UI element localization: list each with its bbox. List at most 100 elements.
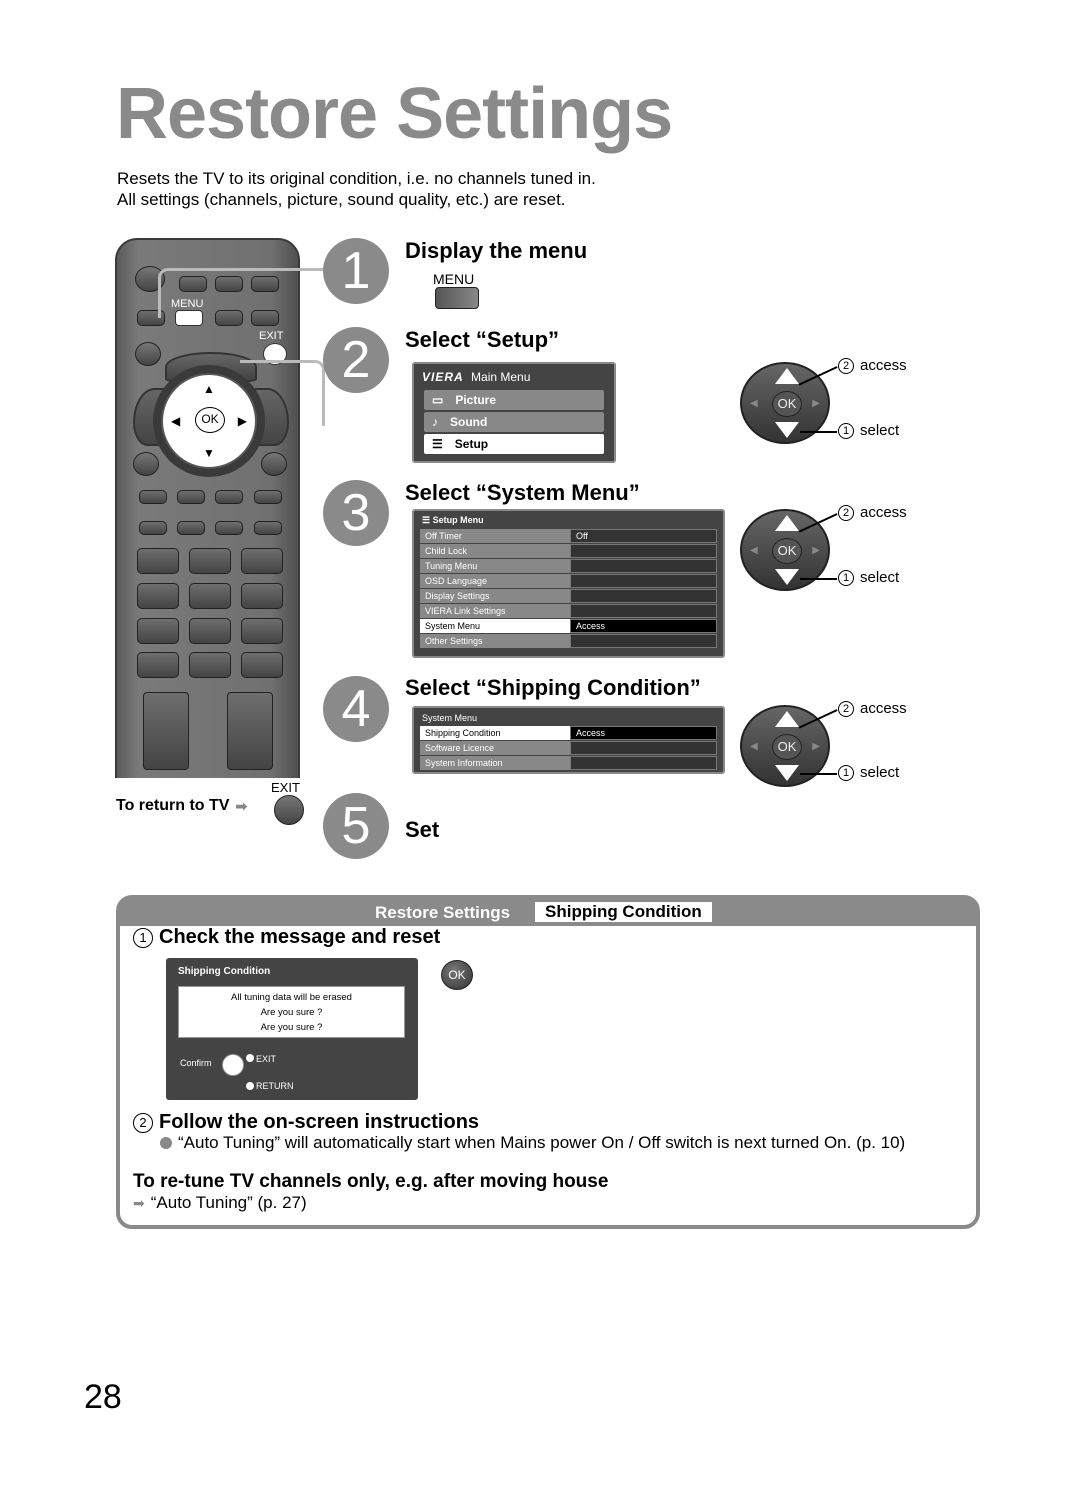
select-text: select (860, 422, 900, 439)
main-menu-item-label: Setup (454, 437, 489, 451)
setup-icon: ☰ (432, 437, 443, 451)
access-label: 2 access (838, 700, 907, 717)
main-menu-title: VIERA Main Menu (414, 364, 614, 388)
right-arrow-icon: ▶ (812, 398, 820, 409)
menu-key-label: MENU (433, 271, 475, 287)
box-step-2-title: Follow the on-screen instructions (159, 1111, 480, 1133)
leader-line (800, 431, 837, 433)
setup-menu-row[interactable]: Child Lock (420, 544, 717, 558)
remote-exit-label: EXIT (259, 330, 284, 342)
setup-menu-row[interactable]: VIERA Link Settings (420, 604, 717, 618)
remote-number-button (137, 583, 179, 609)
row-value: Access (570, 619, 717, 633)
remote-button (254, 490, 282, 504)
step-5-circle: 5 (323, 793, 389, 859)
row-label: Tuning Menu (420, 559, 570, 573)
main-menu-item-picture[interactable]: ▭ Picture (424, 390, 604, 410)
retune-link-text[interactable]: “Auto Tuning” (p. 27) (151, 1193, 307, 1213)
down-arrow-icon (775, 765, 799, 781)
system-menu-row[interactable]: System Information (420, 756, 717, 770)
setup-menu-row[interactable]: Other Settings (420, 634, 717, 648)
remote-number-button (137, 652, 179, 678)
remote-rocker-button (227, 692, 273, 770)
left-arrow-icon: ◀ (171, 414, 181, 428)
ok-button-icon: OK (441, 960, 473, 990)
setup-menu-row[interactable]: Off Timer Off (420, 529, 717, 543)
setup-menu-screen: ☰ Setup Menu Off Timer Off Child Lock Tun… (412, 509, 725, 658)
system-menu-row-selected[interactable]: Shipping Condition Access (420, 726, 717, 740)
access-text: access (860, 700, 907, 717)
system-menu-row[interactable]: Software Licence (420, 741, 717, 755)
page-number: 28 (84, 1378, 122, 1416)
retune-heading: To re-tune TV channels only, e.g. after … (133, 1171, 609, 1192)
picture-icon: ▭ (432, 393, 444, 407)
bullet-icon (160, 1137, 172, 1149)
up-arrow-icon (775, 711, 799, 727)
system-menu-screen: System Menu Shipping Condition Access Sof… (412, 706, 725, 774)
row-value: Off (570, 529, 717, 543)
step-num-icon: 1 (838, 764, 854, 781)
box-header-main: Restore Settings (375, 903, 511, 922)
row-label: Software Licence (420, 741, 570, 755)
row-label: OSD Language (420, 574, 570, 588)
select-text: select (860, 764, 900, 781)
setup-menu-row-selected[interactable]: System Menu Access (420, 619, 717, 633)
intro-line-1: Resets the TV to its original condition,… (117, 169, 596, 188)
row-label: Shipping Condition (420, 726, 570, 740)
main-menu-item-setup[interactable]: ☰ Setup (424, 434, 604, 454)
exit-button-icon (274, 795, 304, 825)
remote-number-button (241, 548, 283, 574)
intro-line-2: All settings (channels, picture, sound q… (117, 190, 566, 209)
row-value (570, 574, 717, 588)
row-label: Off Timer (420, 529, 570, 543)
remote-control: MENU EXIT ▲ ▼ ◀ ▶ OK (115, 238, 300, 778)
remote-number-button (137, 618, 179, 644)
ok-button-icon: OK (772, 734, 802, 760)
access-text: access (860, 504, 907, 521)
setup-menu-row[interactable]: OSD Language (420, 574, 717, 588)
box-header-sub: Shipping Condition (535, 902, 712, 922)
retune-link[interactable]: ➡ “Auto Tuning” (p. 27) (133, 1193, 307, 1213)
setup-menu-title-text: Setup Menu (432, 515, 484, 525)
shipping-condition-dialog: Shipping Condition All tuning data will … (166, 958, 418, 1100)
intro-text: Resets the TV to its original condition,… (117, 168, 596, 210)
bullet-icon (246, 1082, 254, 1090)
setup-menu-title: ☰ Setup Menu (414, 511, 723, 528)
access-label: 2 access (838, 357, 907, 374)
main-menu-item-sound[interactable]: ♪ Sound (424, 412, 604, 432)
step-num-icon: 2 (133, 1112, 153, 1133)
setup-menu-row[interactable]: Display Settings (420, 589, 717, 603)
left-arrow-icon: ◀ (750, 398, 758, 409)
step-num-icon: 2 (838, 357, 854, 374)
step-5-title: Set (405, 817, 440, 842)
select-label: 1 select (838, 764, 899, 781)
navigation-pad-icon (222, 1054, 244, 1076)
sound-icon: ♪ (432, 415, 438, 429)
menu-key-icon (435, 287, 479, 309)
dialog-line: Are you sure ? (260, 1007, 323, 1018)
setup-menu-row[interactable]: Tuning Menu (420, 559, 717, 573)
row-label: System Menu (420, 619, 570, 633)
select-text: select (860, 569, 900, 586)
arrow-right-icon: ➡ (133, 1194, 145, 1211)
remote-number-button (241, 652, 283, 678)
remote-ok-button: OK (195, 407, 225, 433)
dialog-exit-label: EXIT (256, 1054, 277, 1064)
auto-tuning-note-text: “Auto Tuning” will automatically start w… (178, 1133, 906, 1152)
main-menu-screen: VIERA Main Menu ▭ Picture ♪ Sound ☰ Setu… (412, 362, 616, 463)
row-label: Other Settings (420, 634, 570, 648)
remote-number-button (189, 652, 231, 678)
row-value (570, 756, 717, 770)
step-num-icon: 1 (838, 422, 854, 439)
dialog-return-label: RETURN (256, 1081, 294, 1091)
remote-button (254, 521, 282, 535)
arrow-right-icon: ➡ (235, 797, 248, 814)
right-arrow-icon: ▶ (812, 545, 820, 556)
row-value (570, 634, 717, 648)
down-arrow-icon: ▼ (203, 446, 215, 460)
dialog-line: Are you sure ? (260, 1022, 323, 1033)
access-label: 2 access (838, 504, 907, 521)
connector-line-menu (158, 268, 328, 318)
remote-button (177, 521, 205, 535)
remote-number-button (189, 618, 231, 644)
